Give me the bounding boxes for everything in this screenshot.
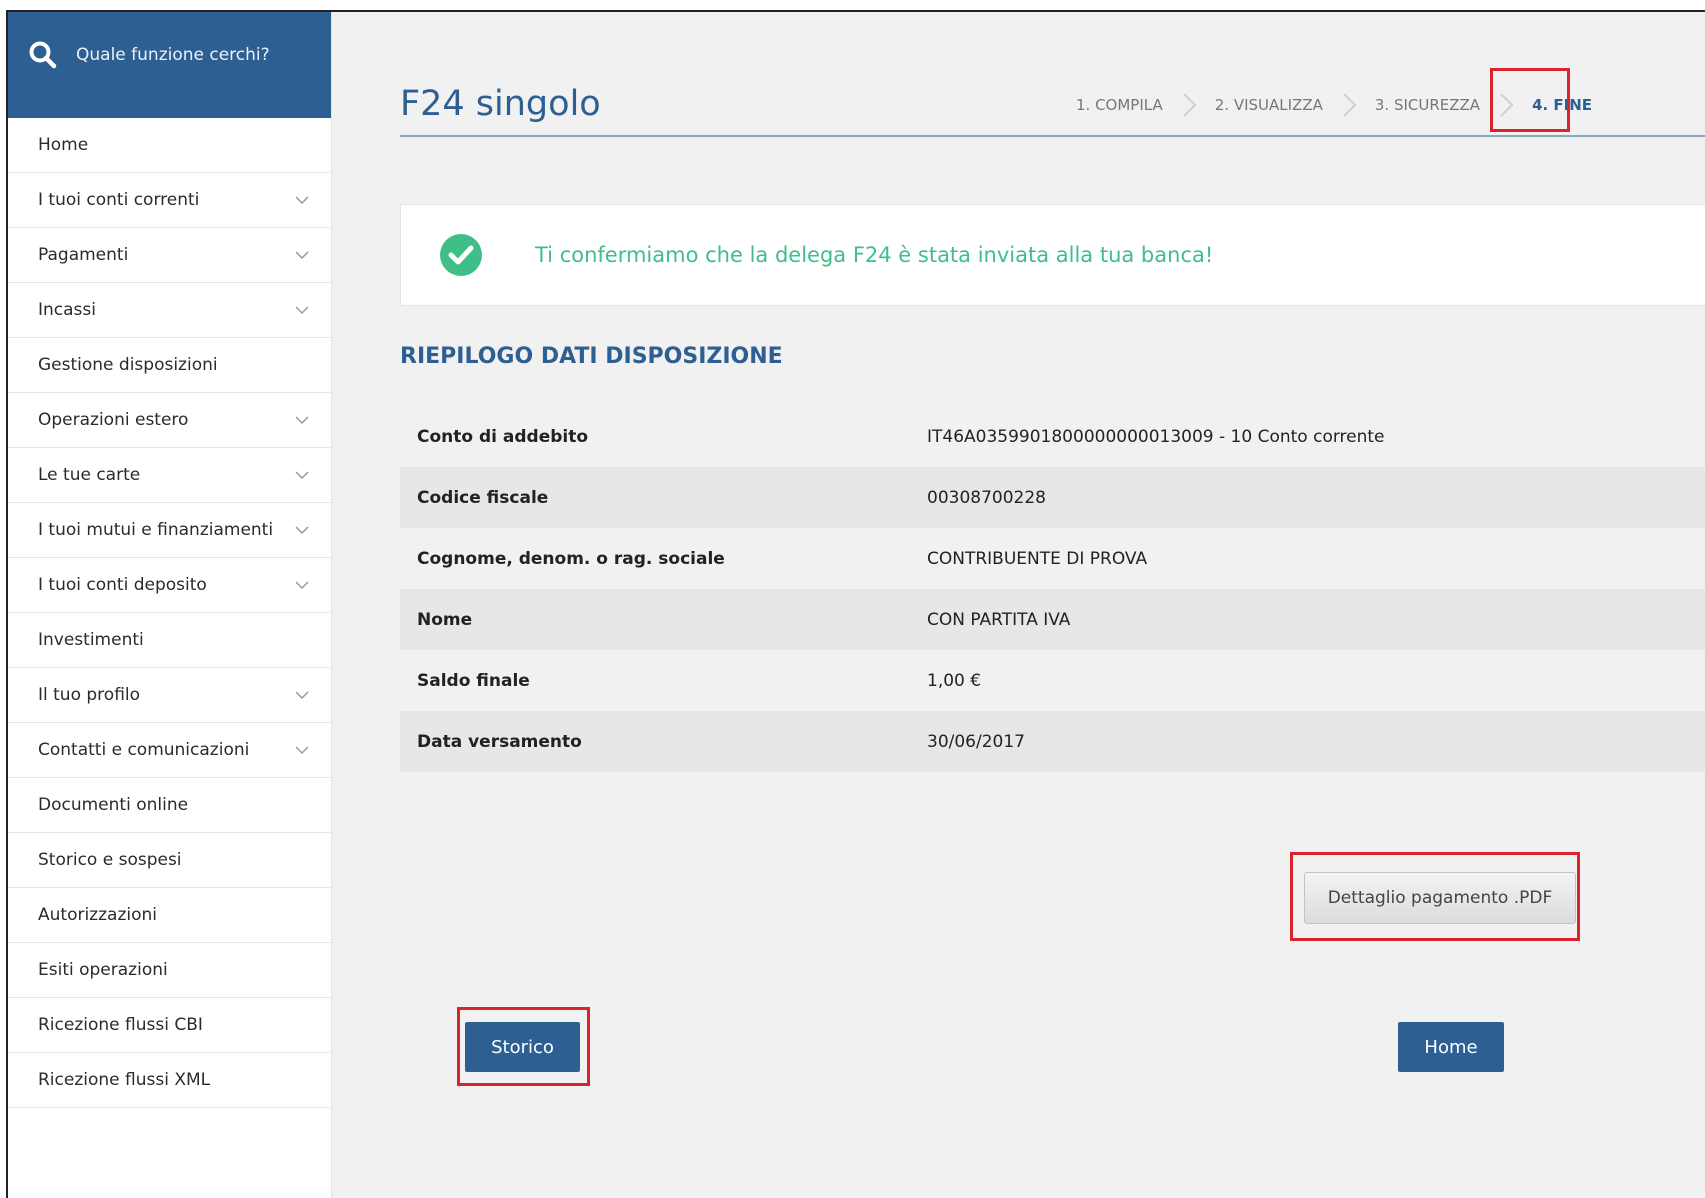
sidebar-item-label: Ricezione flussi XML xyxy=(38,1070,211,1090)
sidebar-item-label: Le tue carte xyxy=(38,465,141,485)
confirmation-banner: Ti confermiamo che la delega F24 è stata… xyxy=(400,204,1705,306)
summary-row-value: 30/06/2017 xyxy=(927,731,1025,752)
sidebar-item-label: I tuoi conti correnti xyxy=(38,190,200,210)
chevron-down-icon[interactable] xyxy=(295,193,309,207)
sidebar-menu: Home I tuoi conti correnti Pagamenti Incass… xyxy=(8,118,331,1108)
storico-button[interactable]: Storico xyxy=(465,1022,580,1072)
summary-row-label: Saldo finale xyxy=(417,670,530,691)
sidebar-item[interactable]: I tuoi conti correnti xyxy=(8,173,331,228)
title-divider xyxy=(400,135,1705,137)
summary-table: Conto di addebito IT46A035990180000000001… xyxy=(400,406,1705,772)
sidebar-item-label: Incassi xyxy=(38,300,96,320)
pdf-detail-button[interactable]: Dettaglio pagamento .PDF xyxy=(1304,872,1576,924)
wizard-step: 2. VISUALIZZA xyxy=(1214,96,1323,114)
sidebar-item-label: Contatti e comunicazioni xyxy=(38,740,250,760)
summary-row-label: Conto di addebito xyxy=(417,426,589,447)
summary-row-value: IT46A0359901800000000013009 - 10 Conto c… xyxy=(927,426,1385,447)
sidebar-item[interactable]: Pagamenti xyxy=(8,228,331,283)
summary-title: RIEPILOGO DATI DISPOSIZIONE xyxy=(400,344,783,369)
sidebar-item-label: Pagamenti xyxy=(38,245,129,265)
sidebar-item[interactable]: Autorizzazioni xyxy=(8,888,331,943)
chevron-right-icon xyxy=(1343,93,1357,117)
sidebar-item-label: Storico e sospesi xyxy=(38,850,182,870)
sidebar-item[interactable]: Ricezione flussi CBI xyxy=(8,998,331,1053)
sidebar-item[interactable]: Contatti e comunicazioni xyxy=(8,723,331,778)
page-title: F24 singolo xyxy=(400,84,601,124)
check-circle-icon xyxy=(440,234,482,276)
chevron-down-icon[interactable] xyxy=(295,578,309,592)
summary-row: Codice fiscale 00308700228 xyxy=(400,467,1705,528)
search-input[interactable]: Quale funzione cerchi? xyxy=(76,45,270,65)
sidebar-item-label: I tuoi mutui e finanziamenti xyxy=(38,520,274,540)
search-icon[interactable] xyxy=(28,40,58,70)
wizard-step: 1. COMPILA xyxy=(1076,96,1163,114)
sidebar-item[interactable]: Esiti operazioni xyxy=(8,943,331,998)
summary-row: Conto di addebito IT46A035990180000000001… xyxy=(400,406,1705,467)
sidebar-item-label: Operazioni estero xyxy=(38,410,189,430)
sidebar-item-label: Investimenti xyxy=(38,630,144,650)
summary-row-value: CON PARTITA IVA xyxy=(927,609,1071,630)
sidebar-item[interactable]: Storico e sospesi xyxy=(8,833,331,888)
chevron-down-icon[interactable] xyxy=(295,248,309,262)
sidebar: Quale funzione cerchi? Home I tuoi conti … xyxy=(8,12,332,1198)
sidebar-item-label: Home xyxy=(38,135,89,155)
summary-row-value: 00308700228 xyxy=(927,487,1046,508)
sidebar-item-label: Gestione disposizioni xyxy=(38,355,218,375)
sidebar-item-label: Documenti online xyxy=(38,795,189,815)
summary-row: Nome CON PARTITA IVA xyxy=(400,589,1705,650)
search-box[interactable]: Quale funzione cerchi? xyxy=(8,12,331,118)
sidebar-item[interactable]: Operazioni estero xyxy=(8,393,331,448)
sidebar-item-label: I tuoi conti deposito xyxy=(38,575,207,595)
sidebar-item[interactable]: Ricezione flussi XML xyxy=(8,1053,331,1108)
sidebar-item-label: Ricezione flussi CBI xyxy=(38,1015,203,1035)
summary-row: Saldo finale 1,00 € xyxy=(400,650,1705,711)
sidebar-item[interactable]: Il tuo profilo xyxy=(8,668,331,723)
sidebar-item[interactable]: I tuoi mutui e finanziamenti xyxy=(8,503,331,558)
summary-row-label: Cognome, denom. o rag. sociale xyxy=(417,548,725,569)
sidebar-item[interactable]: Le tue carte xyxy=(8,448,331,503)
summary-row-value: CONTRIBUENTE DI PROVA xyxy=(927,548,1148,569)
chevron-right-icon xyxy=(1183,93,1197,117)
summary-row: Cognome, denom. o rag. sociale CONTRIBUEN… xyxy=(400,528,1705,589)
summary-row-value: 1,00 € xyxy=(927,670,982,691)
confirmation-message: Ti confermiamo che la delega F24 è stata… xyxy=(535,243,1214,267)
sidebar-item-label: Esiti operazioni xyxy=(38,960,168,980)
chevron-down-icon[interactable] xyxy=(295,303,309,317)
sidebar-item-label: Autorizzazioni xyxy=(38,905,157,925)
chevron-down-icon[interactable] xyxy=(295,688,309,702)
sidebar-item[interactable]: Gestione disposizioni xyxy=(8,338,331,393)
chevron-down-icon[interactable] xyxy=(295,743,309,757)
sidebar-item[interactable]: Home xyxy=(8,118,331,173)
main-content: F24 singolo 1. COMPILA 2. VISUALIZZA 3. SI… xyxy=(332,12,1705,1198)
sidebar-item[interactable]: I tuoi conti deposito xyxy=(8,558,331,613)
summary-row-label: Nome xyxy=(417,609,473,630)
sidebar-item[interactable]: Investimenti xyxy=(8,613,331,668)
summary-row: Data versamento 30/06/2017 xyxy=(400,711,1705,772)
sidebar-item[interactable]: Documenti online xyxy=(8,778,331,833)
highlight-step-fine xyxy=(1490,68,1570,132)
home-button[interactable]: Home xyxy=(1398,1022,1504,1072)
wizard-step: 3. SICUREZZA xyxy=(1374,96,1481,114)
sidebar-item-label: Il tuo profilo xyxy=(38,685,141,705)
sidebar-item[interactable]: Incassi xyxy=(8,283,331,338)
chevron-down-icon[interactable] xyxy=(295,468,309,482)
chevron-down-icon[interactable] xyxy=(295,523,309,537)
summary-row-label: Codice fiscale xyxy=(417,487,549,508)
chevron-down-icon[interactable] xyxy=(295,413,309,427)
summary-row-label: Data versamento xyxy=(417,731,582,752)
app-frame: Quale funzione cerchi? Home I tuoi conti … xyxy=(6,10,1705,1198)
